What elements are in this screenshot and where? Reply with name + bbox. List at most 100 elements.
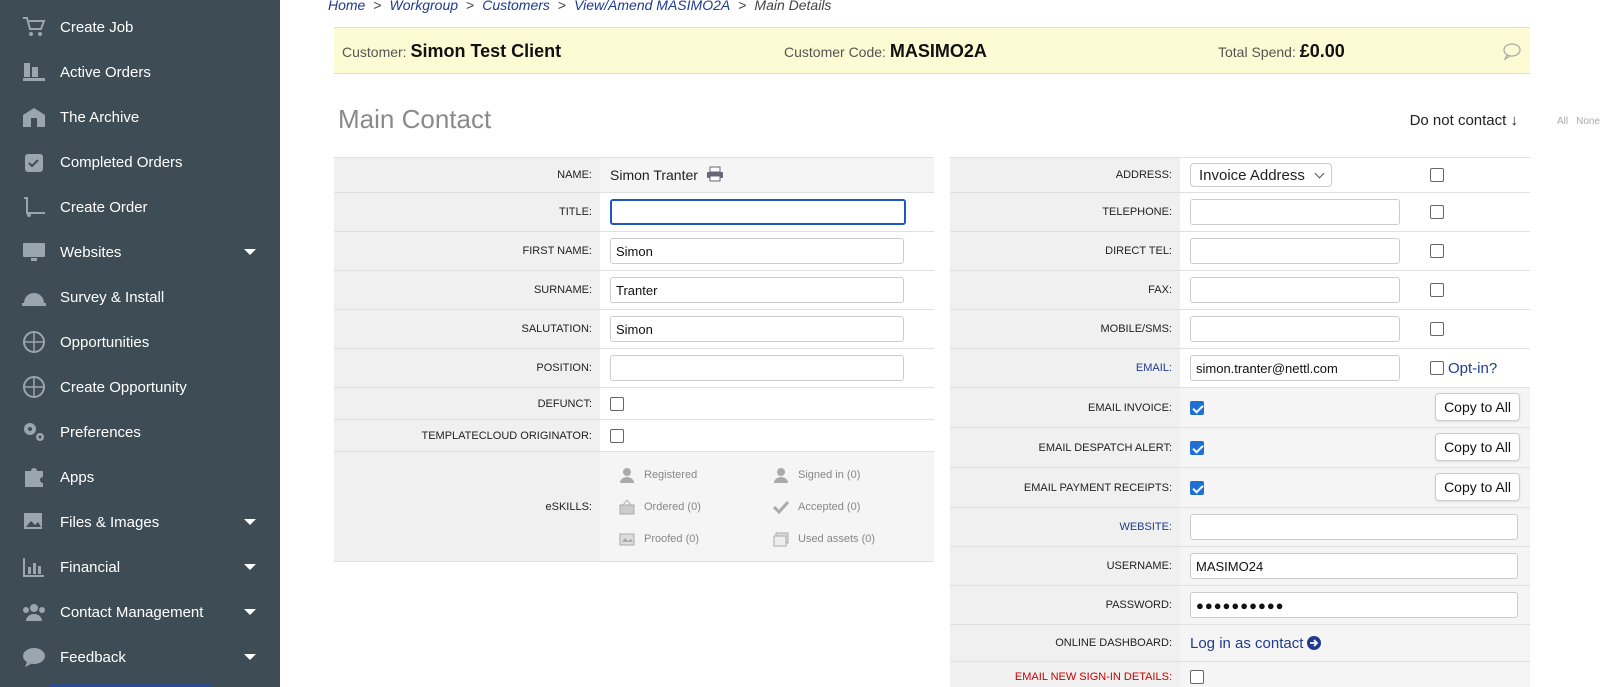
breadcrumb-separator: > — [738, 0, 747, 13]
website-label[interactable]: WEBSITE: — [950, 508, 1180, 546]
position-input[interactable] — [610, 355, 904, 381]
customer-code-value: MASIMO2A — [889, 41, 987, 61]
copy-to-all-despatch-button[interactable]: Copy to All — [1435, 433, 1520, 461]
puzzle-icon — [20, 464, 48, 490]
address-label: ADDRESS: — [950, 158, 1180, 192]
email-payment-checkbox[interactable] — [1190, 480, 1204, 495]
salutation-row: SALUTATION: — [334, 310, 934, 349]
email-payment-label: EMAIL PAYMENT RECEIPTS: — [950, 468, 1180, 507]
print-icon[interactable] — [706, 166, 724, 185]
telephone-dnc-checkbox[interactable] — [1430, 205, 1444, 219]
email-signin-checkbox[interactable] — [1190, 669, 1204, 684]
defunct-row: DEFUNCT: — [334, 388, 934, 420]
telephone-row: TELEPHONE: — [950, 193, 1530, 232]
sidebar-scroll-indicator — [50, 683, 212, 687]
sidebar-item-contact-management[interactable]: Contact Management — [0, 592, 280, 632]
chevron-down-icon — [244, 609, 256, 615]
email-dnc-checkbox[interactable] — [1430, 361, 1444, 375]
copy-to-all-invoice-button[interactable]: Copy to All — [1435, 393, 1520, 421]
sidebar-item-label: Feedback — [60, 648, 126, 666]
mobile-dnc-checkbox[interactable] — [1430, 322, 1444, 336]
sidebar-item-files-images[interactable]: Files & Images — [0, 502, 280, 542]
mobile-input[interactable] — [1190, 316, 1400, 342]
eskill-signed-in-label: Signed in (0) — [798, 469, 861, 481]
sidebar-item-apps[interactable]: Apps — [0, 457, 280, 497]
sidebar-item-completed-orders[interactable]: Completed Orders — [0, 142, 280, 182]
email-invoice-checkbox[interactable] — [1190, 400, 1204, 415]
sidebar-item-the-archive[interactable]: The Archive — [0, 97, 280, 137]
do-not-contact-links: All None — [1549, 116, 1600, 127]
assets-icon — [772, 530, 790, 548]
sidebar-item-label: Financial — [60, 558, 121, 576]
eskill-signed-in: Signed in (0) — [772, 466, 860, 484]
proof-icon — [618, 530, 636, 548]
email-despatch-checkbox[interactable] — [1190, 440, 1204, 455]
chevron-down-icon — [244, 654, 256, 660]
sidebar-item-preferences[interactable]: Preferences — [0, 412, 280, 452]
online-dashboard-label: ONLINE DASHBOARD: — [950, 625, 1180, 661]
email-invoice-row: EMAIL INVOICE: Copy to All — [950, 388, 1530, 428]
surname-row: SURNAME: — [334, 271, 934, 310]
bar-chart-icon — [20, 554, 48, 580]
copy-to-all-payment-button[interactable]: Copy to All — [1435, 473, 1520, 501]
eskills-row: eSKILLS: Registered Signed in (0) Ordere… — [334, 452, 934, 562]
username-label: USERNAME: — [950, 547, 1180, 585]
first-name-input[interactable] — [610, 238, 904, 264]
email-despatch-row: EMAIL DESPATCH ALERT: Copy to All — [950, 428, 1530, 468]
sidebar-item-active-orders[interactable]: Active Orders — [0, 52, 280, 92]
comment-icon[interactable] — [1502, 42, 1522, 65]
log-in-as-contact-link[interactable]: Log in as contact — [1190, 635, 1322, 652]
customer-value: Simon Test Client — [410, 41, 562, 61]
basket-icon — [618, 498, 636, 516]
select-all-link[interactable]: All — [1557, 116, 1568, 127]
sidebar-item-create-order[interactable]: Create Order — [0, 187, 280, 227]
defunct-label: DEFUNCT: — [334, 388, 600, 419]
email-signin-row: EMAIL NEW SIGN-IN DETAILS: — [950, 662, 1530, 687]
sidebar-item-create-job[interactable]: Create Job — [0, 7, 280, 47]
email-input[interactable] — [1190, 355, 1400, 381]
templatecloud-checkbox[interactable] — [610, 428, 624, 443]
first-name-row: FIRST NAME: — [334, 232, 934, 271]
breadcrumb-view-amend[interactable]: View/Amend MASIMO2A — [574, 0, 730, 13]
monitor-icon — [20, 239, 48, 265]
page-title: Main Contact — [338, 104, 492, 134]
customer-code-label: Customer Code: — [784, 44, 886, 60]
sidebar-item-websites[interactable]: Websites — [0, 232, 280, 272]
sidebar-item-financial[interactable]: Financial — [0, 547, 280, 587]
breadcrumb-customers[interactable]: Customers — [482, 0, 550, 13]
sidebar-item-label: Files & Images — [60, 513, 160, 531]
address-row: ADDRESS: Invoice Address — [950, 157, 1530, 193]
username-input[interactable] — [1190, 553, 1518, 579]
sidebar-item-survey-install[interactable]: Survey & Install — [0, 277, 280, 317]
select-none-link[interactable]: None — [1576, 116, 1600, 127]
customer-summary-bar: Customer: Simon Test Client Customer Cod… — [334, 27, 1530, 74]
title-input[interactable] — [610, 199, 906, 225]
password-input[interactable] — [1190, 592, 1518, 618]
address-select[interactable]: Invoice Address — [1190, 163, 1332, 187]
defunct-checkbox[interactable] — [610, 396, 624, 411]
hard-hat-icon — [20, 284, 48, 310]
eskill-accepted: Accepted (0) — [772, 498, 860, 516]
breadcrumb-workgroup[interactable]: Workgroup — [390, 0, 458, 13]
opt-in-link[interactable]: Opt-in? — [1448, 360, 1497, 377]
email-label[interactable]: EMAIL: — [950, 349, 1180, 387]
direct-tel-row: DIRECT TEL: — [950, 232, 1530, 271]
sidebar-item-feedback[interactable]: Feedback — [0, 637, 280, 677]
breadcrumb-home[interactable]: Home — [328, 0, 365, 13]
total-spend: Total Spend: £0.00 — [1218, 41, 1345, 62]
direct-tel-input[interactable] — [1190, 238, 1400, 264]
address-dnc-checkbox[interactable] — [1430, 168, 1444, 182]
telephone-input[interactable] — [1190, 199, 1400, 225]
salutation-input[interactable] — [610, 316, 904, 342]
direct-tel-dnc-checkbox[interactable] — [1430, 244, 1444, 258]
website-input[interactable] — [1190, 514, 1518, 540]
website-row: WEBSITE: — [950, 508, 1530, 547]
password-label: PASSWORD: — [950, 586, 1180, 624]
fax-dnc-checkbox[interactable] — [1430, 283, 1444, 297]
address-select-value: Invoice Address — [1199, 166, 1305, 184]
sidebar-item-create-opportunity[interactable]: Create Opportunity — [0, 367, 280, 407]
fax-input[interactable] — [1190, 277, 1400, 303]
sidebar-item-opportunities[interactable]: Opportunities — [0, 322, 280, 362]
chevron-down-icon — [244, 519, 256, 525]
surname-input[interactable] — [610, 277, 904, 303]
